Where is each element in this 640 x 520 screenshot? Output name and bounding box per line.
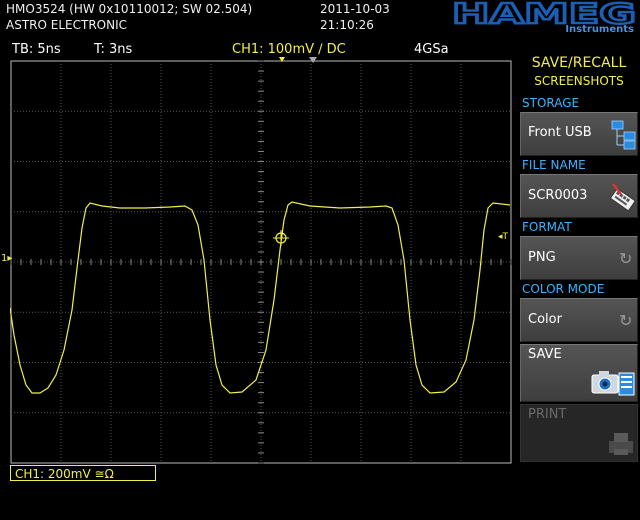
format-button[interactable]: PNG ↻ — [520, 236, 638, 280]
channel-readout: CH1: 100mV ∕ DC — [232, 42, 346, 57]
print-button[interactable]: PRINT — [520, 404, 638, 462]
logo-subtitle: Instruments — [565, 24, 634, 35]
time-display: 21:10:26 — [320, 18, 374, 32]
camera-save-icon — [591, 369, 635, 401]
filename-button[interactable]: SCR0003 — [520, 174, 638, 218]
color-mode-value: Color — [528, 312, 562, 327]
trigger-level-marker: ◂T — [498, 232, 508, 242]
trigger-point-marker — [273, 230, 289, 246]
storage-button[interactable]: Front USB — [520, 112, 638, 156]
display-center-marker — [309, 57, 317, 63]
folder-tree-icon — [611, 119, 637, 155]
trigger-position-marker — [279, 57, 285, 62]
trigger-time-readout: T: 3ns — [94, 42, 133, 57]
color-mode-button[interactable]: Color ↻ — [520, 298, 638, 342]
scope-display[interactable] — [10, 60, 512, 464]
menu-title: SAVE/RECALL — [531, 55, 627, 71]
sample-rate-readout: 4GSa — [414, 42, 449, 57]
save-label: SAVE — [528, 347, 562, 362]
graticule — [10, 60, 512, 464]
logo-text: HAMEG — [452, 0, 636, 26]
owner-name: ASTRO ELECTRONIC — [6, 18, 127, 32]
print-label: PRINT — [528, 407, 567, 422]
right-arrow-icon: ▸ — [7, 253, 13, 264]
ch1-trace — [10, 201, 511, 394]
edit-keyboard-icon — [607, 181, 637, 217]
filename-label: FILE NAME — [522, 158, 586, 172]
format-label: FORMAT — [522, 220, 572, 234]
ch1-ground-marker: 1▸ — [1, 253, 12, 264]
menu-subtitle: SCREENSHOTS — [534, 74, 624, 88]
ch1-settings-box[interactable]: CH1: 200mV ≅Ω — [10, 465, 156, 481]
format-value: PNG — [528, 250, 556, 265]
rotate-arrow-icon: ↻ — [619, 249, 633, 268]
trigger-level-label: T — [502, 232, 509, 242]
hameg-logo: HAMEG Instruments — [452, 0, 638, 36]
printer-icon — [607, 429, 635, 461]
save-button[interactable]: SAVE — [520, 344, 638, 402]
storage-label: STORAGE — [522, 96, 580, 110]
model-info: HMO3524 (HW 0x10110012; SW 02.504) — [6, 2, 253, 16]
color-mode-label: COLOR MODE — [522, 282, 605, 296]
storage-value: Front USB — [528, 125, 592, 140]
rotate-arrow-icon: ↻ — [619, 311, 633, 330]
timebase-readout: TB: 5ns — [12, 42, 61, 57]
date-display: 2011-10-03 — [320, 2, 390, 16]
filename-value: SCR0003 — [528, 188, 588, 203]
